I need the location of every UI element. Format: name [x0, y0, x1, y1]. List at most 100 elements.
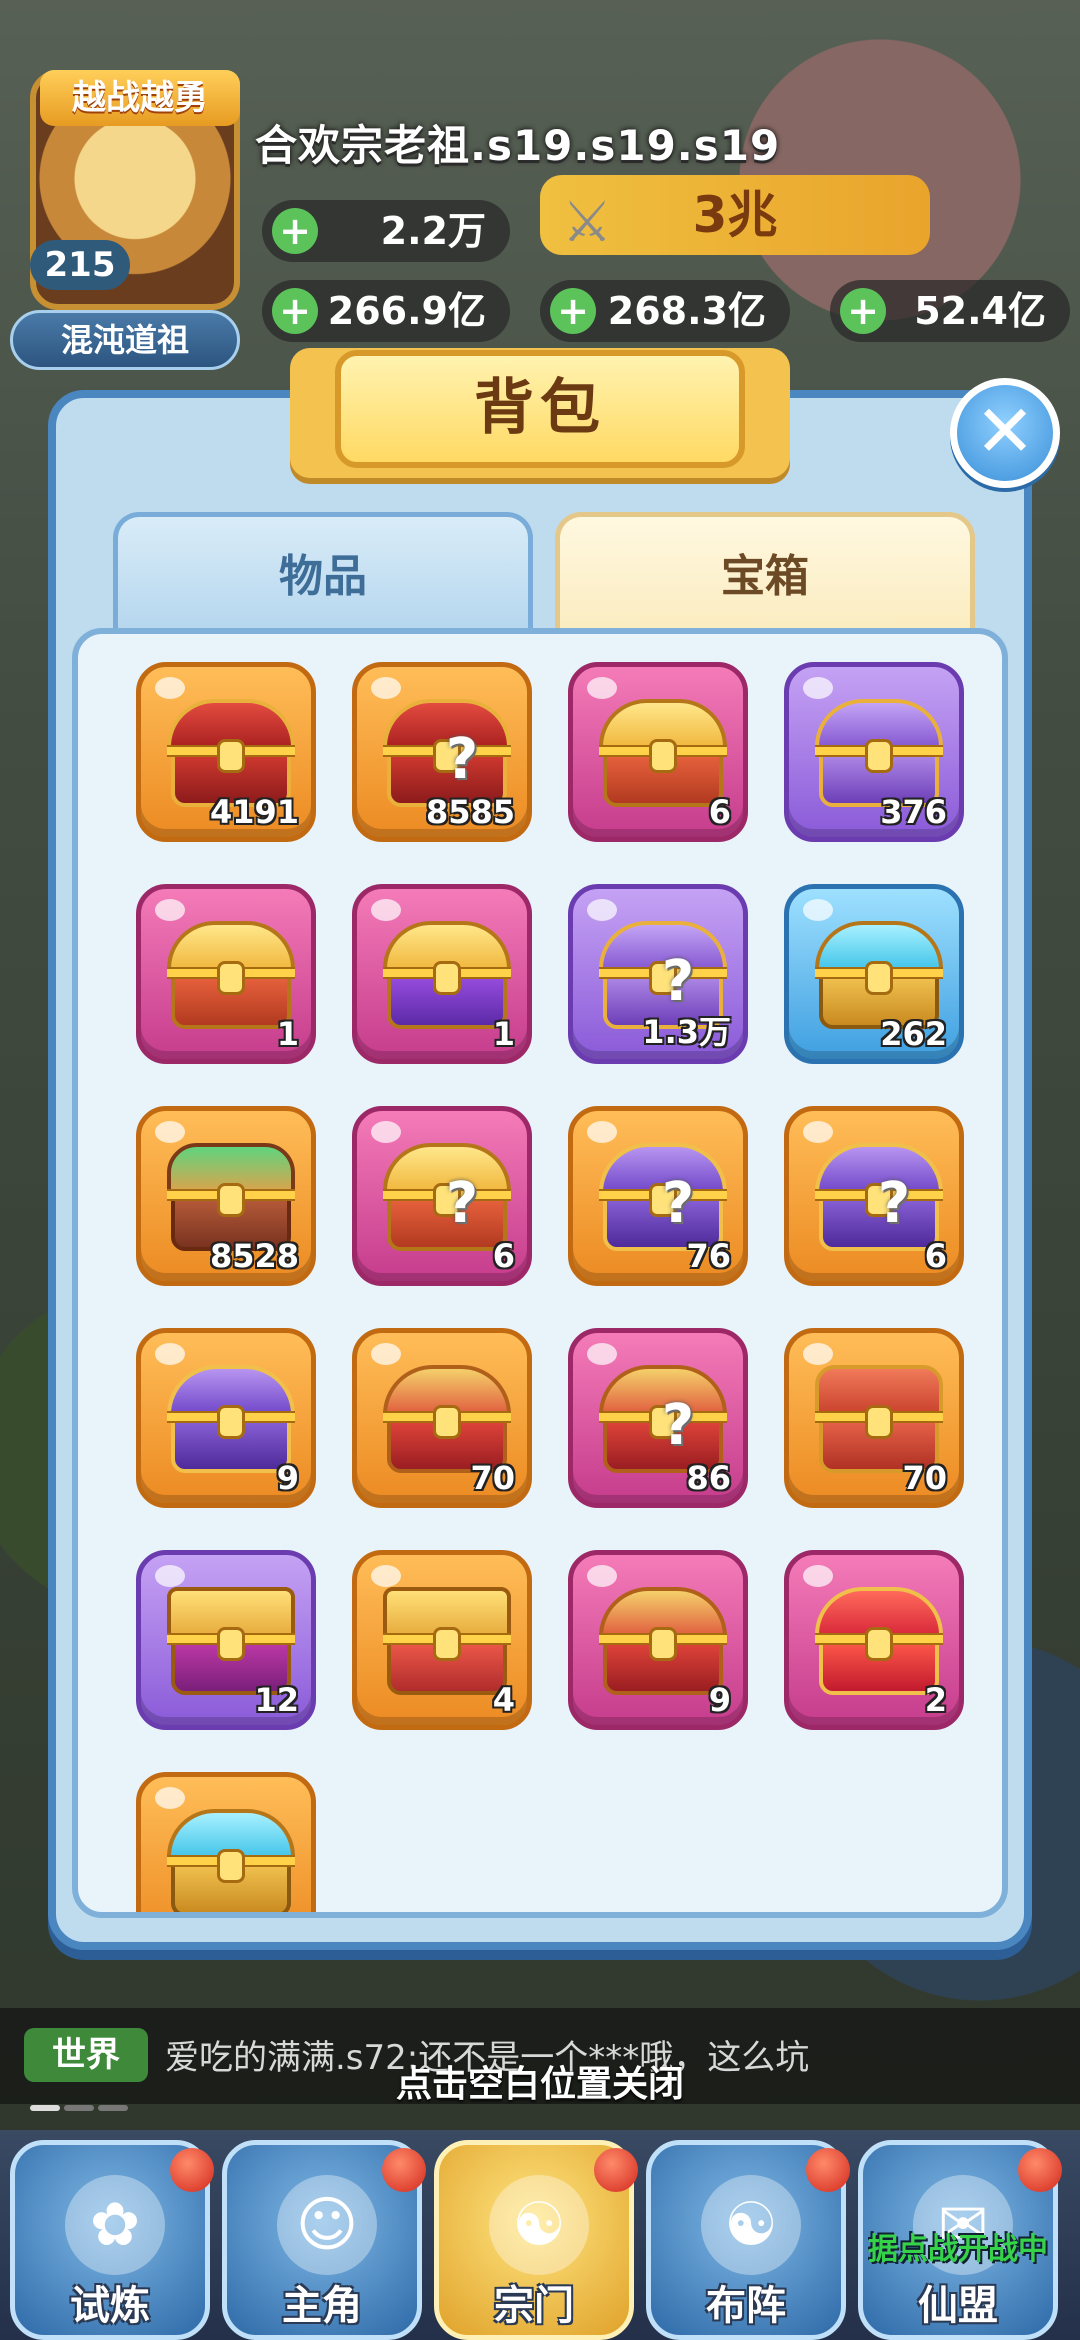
- question-mark-icon: ?: [445, 727, 479, 792]
- chest-slot[interactable]: 2: [784, 1550, 964, 1730]
- close-icon: ✕: [974, 389, 1036, 473]
- chest-count: 6: [924, 1237, 947, 1275]
- chest-count: 8528: [209, 1237, 299, 1275]
- chest-slot[interactable]: ? 76: [568, 1106, 748, 1286]
- chest-lock-icon: [217, 961, 245, 995]
- chest-slot[interactable]: ? 8585: [352, 662, 532, 842]
- question-mark-icon: ?: [877, 1171, 911, 1236]
- chest-count: 12: [254, 1681, 299, 1719]
- resource-value: 2.2万: [380, 209, 486, 253]
- notification-dot: [594, 2148, 638, 2192]
- chest-slot[interactable]: ? 6: [352, 1106, 532, 1286]
- treasure-chest-icon: [167, 1809, 295, 1912]
- event-badge: 越战越勇: [40, 70, 240, 126]
- add-icon: +: [272, 208, 318, 254]
- chest-slot[interactable]: 376: [784, 662, 964, 842]
- crossed-swords-icon: ⚔: [562, 190, 613, 255]
- chest-slot[interactable]: 4191: [136, 662, 316, 842]
- chest-count: 8585: [425, 793, 515, 831]
- player-rank-title: 混沌道祖: [10, 310, 240, 370]
- chest-slot[interactable]: ? 1.3万: [568, 884, 748, 1064]
- resource-pill-4[interactable]: + 52.4亿: [830, 280, 1070, 342]
- chest-count: 9: [708, 1681, 731, 1719]
- chest-slot[interactable]: 9: [136, 1328, 316, 1508]
- close-button[interactable]: ✕: [950, 378, 1060, 488]
- chest-lock-icon: [433, 961, 461, 995]
- shine-highlight: [155, 1787, 185, 1809]
- add-icon: +: [550, 288, 596, 334]
- player-level: 215: [30, 240, 130, 290]
- resource-value: 266.9亿: [327, 289, 486, 333]
- chest-slot[interactable]: 4: [352, 1550, 532, 1730]
- chest-slot[interactable]: 8528: [136, 1106, 316, 1286]
- chest-slot[interactable]: 12: [136, 1550, 316, 1730]
- shine-highlight: [587, 1343, 617, 1365]
- resource-pill-2[interactable]: + 266.9亿: [262, 280, 510, 342]
- chest-count: 1.3万: [642, 1013, 731, 1051]
- chest-slot[interactable]: 9: [568, 1550, 748, 1730]
- resource-pill-3[interactable]: + 268.3亿: [540, 280, 790, 342]
- chest-slot[interactable]: ? 6: [784, 1106, 964, 1286]
- chest-count: 4191: [209, 793, 299, 831]
- shine-highlight: [155, 1121, 185, 1143]
- shine-highlight: [803, 677, 833, 699]
- chest-slot[interactable]: [136, 1772, 316, 1912]
- question-mark-icon: ?: [445, 1171, 479, 1236]
- shine-highlight: [155, 677, 185, 699]
- notification-dot: [1018, 2148, 1062, 2192]
- notification-dot: [806, 2148, 850, 2192]
- chest-slot[interactable]: 1: [136, 884, 316, 1064]
- chest-count: 76: [686, 1237, 731, 1275]
- question-mark-icon: ?: [661, 1393, 695, 1458]
- close-hint: 点击空白位置关闭: [395, 2064, 684, 2105]
- nav-label: 主角: [282, 2283, 362, 2329]
- battle-notice: 据点战开战中: [868, 2232, 1048, 2267]
- chest-count: 1: [276, 1015, 299, 1053]
- chest-slot[interactable]: 262: [784, 884, 964, 1064]
- chest-count: 70: [902, 1459, 947, 1497]
- shine-highlight: [371, 899, 401, 921]
- chest-count: 4: [492, 1681, 515, 1719]
- shine-highlight: [803, 899, 833, 921]
- chest-count: 6: [708, 793, 731, 831]
- tab-items[interactable]: 物品: [113, 512, 533, 632]
- chest-count: 86: [686, 1459, 731, 1497]
- chest-grid[interactable]: 4191? 8585 6 376 1 1? 1.3万 262 8528? 6? 76? 6 9 70? 86…: [72, 628, 1008, 1918]
- formation-icon: ☯: [701, 2175, 801, 2275]
- shine-highlight: [371, 1343, 401, 1365]
- power-display: ⚔ 3兆: [540, 175, 930, 255]
- shine-highlight: [803, 1343, 833, 1365]
- chest-slot[interactable]: 70: [784, 1328, 964, 1508]
- chest-count: 9: [276, 1459, 299, 1497]
- chest-count: 376: [880, 793, 947, 831]
- player-name: 合欢宗老祖.s19.s19.s19: [255, 121, 781, 170]
- resource-value: 52.4亿: [914, 289, 1046, 333]
- tab-chests[interactable]: 宝箱: [555, 512, 975, 632]
- chest-count: 6: [492, 1237, 515, 1275]
- shine-highlight: [371, 677, 401, 699]
- chest-lock-icon: [433, 1627, 461, 1661]
- chest-lock-icon: [865, 961, 893, 995]
- chest-count: 70: [470, 1459, 515, 1497]
- shine-highlight: [371, 1121, 401, 1143]
- shine-highlight: [587, 1565, 617, 1587]
- shine-highlight: [155, 899, 185, 921]
- chest-slot[interactable]: ? 86: [568, 1328, 748, 1508]
- nav-label: 布阵: [706, 2283, 786, 2329]
- modal-title: 背包: [335, 350, 745, 468]
- chest-lock-icon: [217, 1627, 245, 1661]
- nav-label: 宗门: [494, 2283, 574, 2329]
- chest-count: 2: [924, 1681, 947, 1719]
- chest-lock-icon: [865, 1627, 893, 1661]
- shine-highlight: [155, 1343, 185, 1365]
- add-icon: +: [272, 288, 318, 334]
- hero-icon: ☺: [277, 2175, 377, 2275]
- resource-pill-1[interactable]: + 2.2万: [262, 200, 510, 262]
- trial-icon: ✿: [65, 2175, 165, 2275]
- chest-slot[interactable]: 1: [352, 884, 532, 1064]
- shine-highlight: [587, 1121, 617, 1143]
- shine-highlight: [803, 1121, 833, 1143]
- chest-slot[interactable]: 70: [352, 1328, 532, 1508]
- chest-slot[interactable]: 6: [568, 662, 748, 842]
- chest-lock-icon: [649, 739, 677, 773]
